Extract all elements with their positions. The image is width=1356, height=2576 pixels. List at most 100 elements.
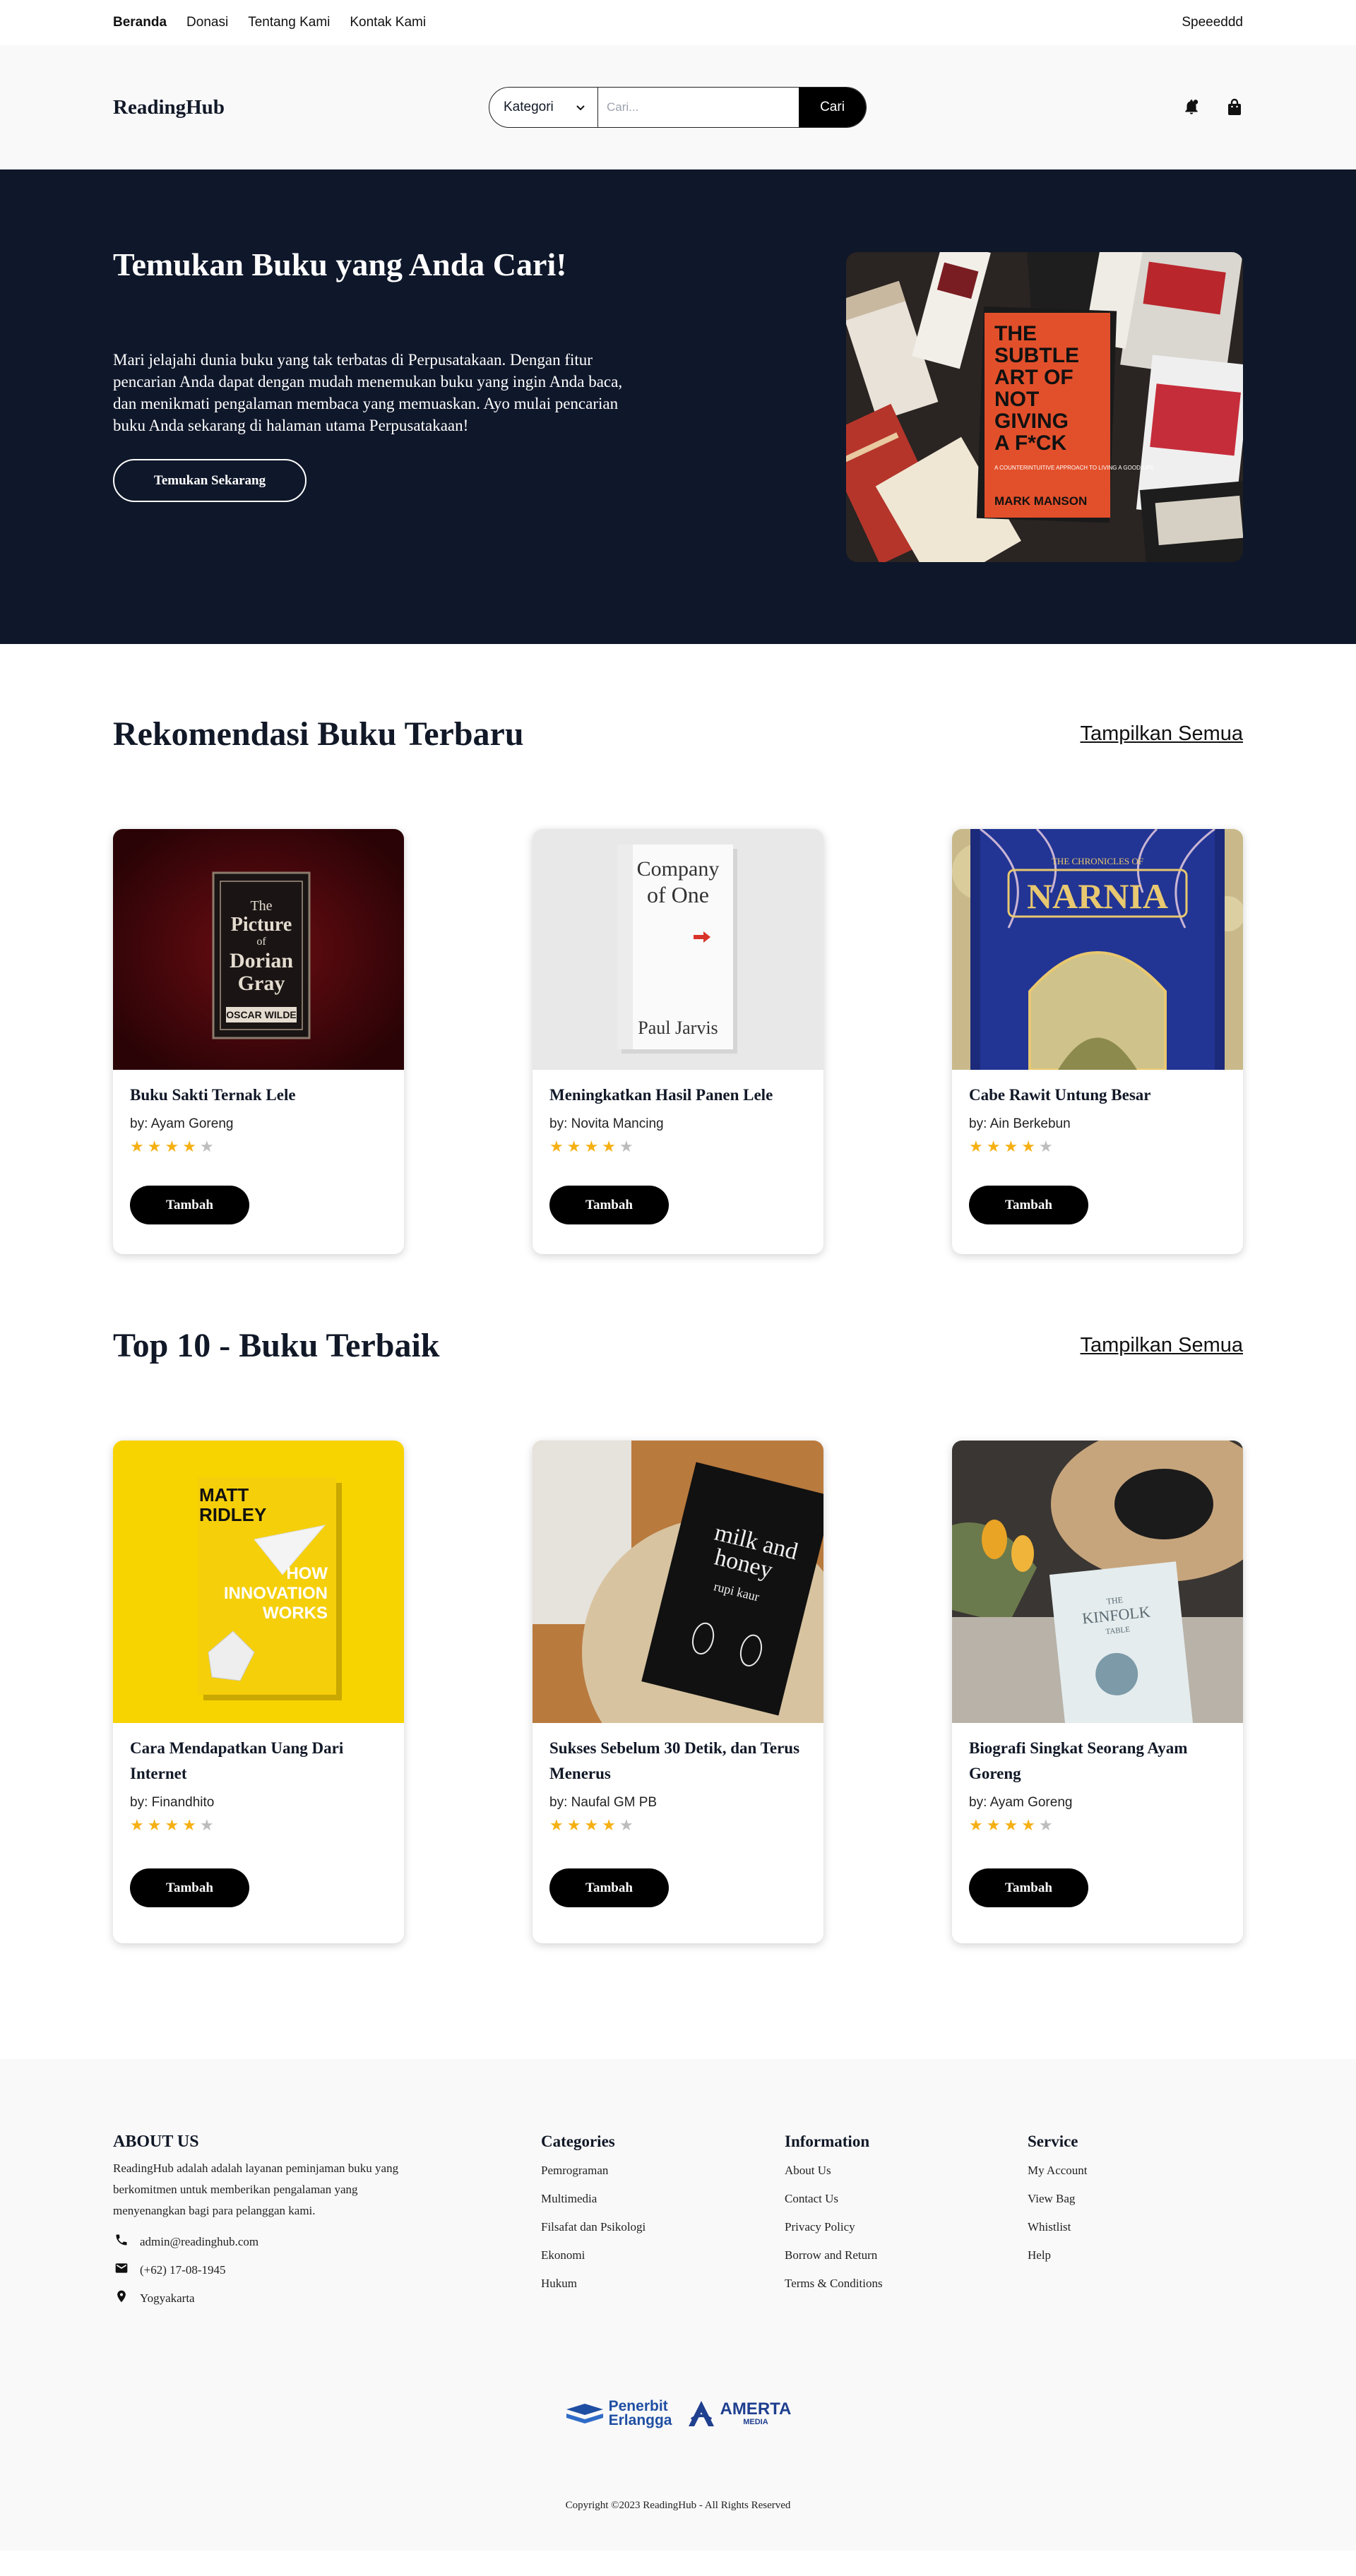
star-icon: ★ <box>566 1138 581 1155</box>
star-icon: ★ <box>986 1138 1001 1155</box>
bell-icon[interactable] <box>1182 98 1201 117</box>
book-title[interactable]: Buku Sakti Ternak Lele <box>130 1083 387 1108</box>
footer-categories-list: Pemrograman Multimedia Filsafat dan Psik… <box>541 2164 646 2305</box>
bag-icon[interactable] <box>1226 98 1243 117</box>
top10-header: Top 10 - Buku Terbaik Tampilkan Semua <box>113 1326 1243 1365</box>
footer-information-link[interactable]: Borrow and Return <box>785 2248 883 2277</box>
footer-service-link[interactable]: Whistlist <box>1028 2220 1088 2248</box>
nav-link-beranda[interactable]: Beranda <box>113 15 167 30</box>
star-icon: ★ <box>584 1816 599 1834</box>
book-cover-image: The Picture of Dorian Gray OSCAR WILDE <box>113 829 404 1070</box>
book-title[interactable]: Meningkatkan Hasil Panen Lele <box>549 1083 807 1108</box>
add-button[interactable]: Tambah <box>130 1868 249 1907</box>
nav-link-tentang-kami[interactable]: Tentang Kami <box>248 15 330 30</box>
footer-category-link[interactable]: Ekonomi <box>541 2248 646 2277</box>
footer-category-link[interactable]: Multimedia <box>541 2192 646 2220</box>
footer-service-link[interactable]: View Bag <box>1028 2192 1088 2220</box>
erlangga-logo-line-2: Erlangga <box>608 2412 672 2428</box>
footer-category-link[interactable]: Pemrograman <box>541 2164 646 2192</box>
star-icon: ★ <box>566 1816 581 1834</box>
search-bar: Kategori Cari <box>489 87 867 128</box>
book-cover-image: THE CHRONICLES OF NARNIA <box>952 829 1243 1070</box>
header: ReadingHub Kategori Cari <box>0 45 1356 169</box>
hero-title: Temukan Buku yang Anda Cari! <box>113 246 567 282</box>
footer-information-link[interactable]: Terms & Conditions <box>785 2277 883 2305</box>
add-button[interactable]: Tambah <box>969 1868 1088 1907</box>
footer-information-link[interactable]: About Us <box>785 2164 883 2192</box>
location-pin-icon <box>114 2289 129 2307</box>
amerta-logo-line-2: MEDIA <box>743 2418 768 2426</box>
book-card[interactable]: THE KINFOLK TABLE Biografi Singkat Seora… <box>952 1441 1243 1943</box>
star-icon: ★ <box>549 1138 564 1155</box>
book-author: by: Ayam Goreng <box>969 1795 1073 1810</box>
chevron-down-icon <box>576 100 585 115</box>
book-card[interactable]: The Picture of Dorian Gray OSCAR WILDE B… <box>113 829 404 1254</box>
cover-line-2: of One <box>647 882 709 907</box>
amerta-logo: AMERTA MEDIA <box>686 2398 791 2429</box>
top10-section: Top 10 - Buku Terbaik Tampilkan Semua MA… <box>0 1326 1356 2059</box>
book-title[interactable]: Cabe Rawit Untung Besar <box>969 1083 1226 1108</box>
star-icon: ★ <box>147 1816 162 1834</box>
footer-category-link[interactable]: Hukum <box>541 2277 646 2305</box>
book-title[interactable]: Biografi Singkat Seorang Ayam Goreng <box>969 1736 1226 1787</box>
footer-service-list: My Account View Bag Whistlist Help <box>1028 2164 1088 2277</box>
footer-about-title: ABOUT US <box>113 2133 199 2151</box>
top10-see-all-link[interactable]: Tampilkan Semua <box>1081 1334 1244 1357</box>
hero-books-image: THE SUBTLE ART OF NOT GIVING A F*CK A CO… <box>846 252 1243 562</box>
footer-phone-text: (+62) 17-08-1945 <box>140 2262 226 2277</box>
header-icons <box>1182 98 1243 117</box>
footer-service-link[interactable]: My Account <box>1028 2164 1088 2192</box>
book-card[interactable]: Company of One Paul Jarvis Meningkatkan … <box>533 829 823 1254</box>
recommend-title: Rekomendasi Buku Terbaru <box>113 715 524 753</box>
rating-stars: ★ ★ ★ ★ ★ <box>969 1139 1226 1155</box>
nav-link-kontak-kami[interactable]: Kontak Kami <box>350 15 426 30</box>
star-icon: ★ <box>1021 1816 1035 1834</box>
username-link[interactable]: Speeeddd <box>1182 15 1243 30</box>
cover-line-2: RIDLEY <box>199 1504 266 1525</box>
find-now-button[interactable]: Temukan Sekarang <box>113 459 307 502</box>
cover-line-5: WORKS <box>263 1604 328 1623</box>
cover-line-3: Paul Jarvis <box>638 1018 718 1038</box>
book-card[interactable]: THE CHRONICLES OF NARNIA Cabe Rawit Untu… <box>952 829 1243 1254</box>
book-cover-image: THE KINFOLK TABLE <box>952 1441 1243 1723</box>
star-icon: ★ <box>602 1138 616 1155</box>
mail-icon <box>114 2261 129 2279</box>
recommend-see-all-link[interactable]: Tampilkan Semua <box>1081 722 1244 746</box>
footer-information-list: About Us Contact Us Privacy Policy Borro… <box>785 2164 883 2305</box>
star-icon: ★ <box>199 1138 214 1155</box>
category-select[interactable]: Kategori <box>489 88 598 127</box>
category-select-label: Kategori <box>504 100 554 114</box>
add-button[interactable]: Tambah <box>549 1868 669 1907</box>
add-button[interactable]: Tambah <box>130 1186 249 1224</box>
footer-category-link[interactable]: Filsafat dan Psikologi <box>541 2220 646 2248</box>
hero-book-author: MARK MANSON <box>994 494 1087 508</box>
book-author: by: Novita Mancing <box>549 1116 664 1131</box>
add-button[interactable]: Tambah <box>969 1186 1088 1224</box>
cover-line-1: The <box>250 898 272 914</box>
nav-link-donasi[interactable]: Donasi <box>186 15 228 30</box>
footer-email-text[interactable]: admin@readinghub.com <box>140 2235 258 2249</box>
book-title[interactable]: Sukses Sebelum 30 Detik, dan Terus Mener… <box>549 1736 807 1787</box>
book-card[interactable]: milk and honey rupi kaur Sukses Sebelum … <box>533 1441 823 1943</box>
book-cover-image: Company of One Paul Jarvis <box>533 829 823 1070</box>
add-button[interactable]: Tambah <box>549 1186 669 1224</box>
book-title[interactable]: Cara Mendapatkan Uang Dari Internet <box>130 1736 387 1787</box>
footer-service-title: Service <box>1028 2133 1078 2150</box>
hero-section: Temukan Buku yang Anda Cari! Mari jelaja… <box>0 169 1356 644</box>
star-icon: ★ <box>199 1816 214 1834</box>
star-icon: ★ <box>1004 1138 1018 1155</box>
search-button[interactable]: Cari <box>799 88 866 127</box>
footer-information-link[interactable]: Contact Us <box>785 2192 883 2220</box>
star-icon: ★ <box>619 1138 634 1155</box>
star-icon: ★ <box>584 1138 599 1155</box>
footer-information-link[interactable]: Privacy Policy <box>785 2220 883 2248</box>
rating-stars: ★ ★ ★ ★ ★ <box>130 1818 387 1833</box>
footer-service-link[interactable]: Help <box>1028 2248 1088 2277</box>
footer-about-text: ReadingHub adalah adalah layanan peminja… <box>113 2161 399 2217</box>
book-card[interactable]: MATT RIDLEY HOW INNOVATION WORKS Cara Me… <box>113 1441 404 1943</box>
site-logo[interactable]: ReadingHub <box>113 96 339 119</box>
cover-line-1: MATT <box>199 1484 249 1505</box>
search-input[interactable] <box>598 88 799 127</box>
top-nav-links: Beranda Donasi Tentang Kami Kontak Kami <box>113 15 426 30</box>
cover-line-1: THE <box>1106 1594 1124 1606</box>
